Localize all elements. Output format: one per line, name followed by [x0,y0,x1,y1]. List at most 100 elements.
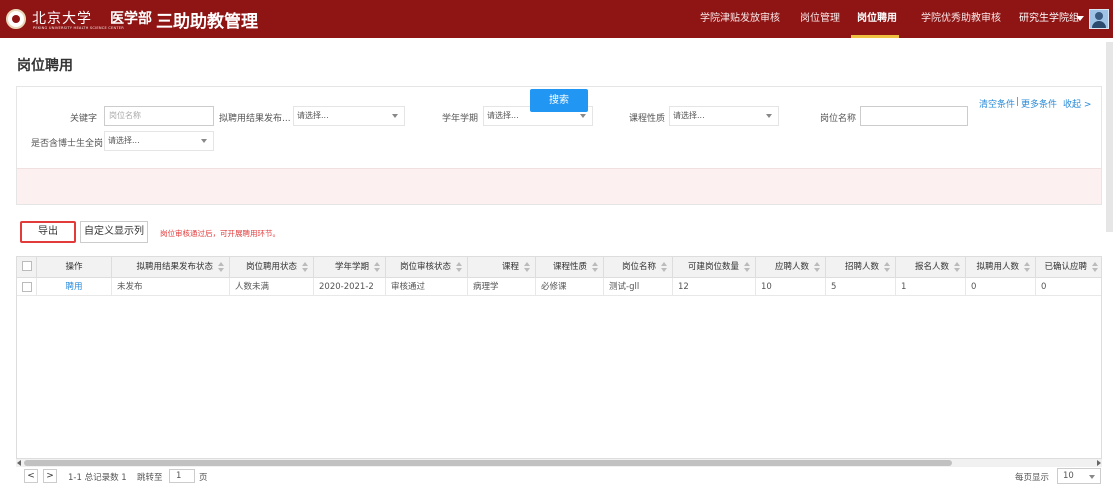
table-header: 操作 拟聘用结果发布状态 岗位聘用状态 学年学期 岗位审核状态 课程 课程性质 … [17,257,1101,278]
col-header-review-status[interactable]: 岗位审核状态 [386,257,468,278]
col-header-confirmed[interactable]: 已确认应聘 [1036,257,1101,278]
sort-icon[interactable] [954,262,960,273]
cell-post-count: 12 [673,278,756,296]
sort-icon[interactable] [592,262,598,273]
page-size-select[interactable]: 10 [1057,468,1101,484]
nav-post-hiring[interactable]: 岗位聘用 [857,0,897,38]
chevron-down-icon [201,139,207,143]
custom-columns-button[interactable]: 自定义显示列 [80,221,148,243]
sort-icon[interactable] [1024,262,1030,273]
logo-university-name: 北京大学 [32,11,92,27]
page-size-label: 每页显示 [1015,473,1050,483]
term-label: 学年学期 [442,114,479,124]
col-header-result-status[interactable]: 拟聘用结果发布状态 [112,257,230,278]
export-button[interactable]: 导出 [20,221,76,243]
sort-icon[interactable] [302,262,308,273]
results-table: 操作 拟聘用结果发布状态 岗位聘用状态 学年学期 岗位审核状态 课程 课程性质 … [16,256,1102,459]
post-name-input[interactable] [860,106,968,126]
cell-course: 病理学 [468,278,536,296]
scroll-right-icon[interactable] [1097,460,1101,466]
course-type-label: 课程性质 [629,114,666,124]
cell-term: 2020-2021-2 [314,278,386,296]
more-conditions-link[interactable]: 更多条件 [1021,97,1057,110]
cell-signup-count: 1 [896,278,966,296]
nav-post-management[interactable]: 岗位管理 [800,0,840,38]
sort-icon[interactable] [744,262,750,273]
chevron-down-icon[interactable] [1076,16,1084,21]
col-header-signup-count[interactable]: 报名人数 [896,257,966,278]
col-header-post-count[interactable]: 可建岗位数量 [673,257,756,278]
page-title: 岗位聘用 [17,58,73,74]
post-name-label: 岗位名称 [820,114,857,124]
result-status-select[interactable]: 请选择... [293,106,405,126]
sort-icon[interactable] [814,262,820,273]
sort-icon[interactable] [524,262,530,273]
link-separator: | [1016,97,1020,107]
phd-post-value: 请选择... [108,136,140,145]
goto-label: 跳转至 [137,473,163,483]
active-nav-indicator [851,35,899,38]
row-select-cell [17,278,37,296]
logo-department: 医学部 [110,11,152,27]
search-button[interactable]: 搜索 [530,89,588,112]
chevron-down-icon [580,114,586,118]
cell-proposed-count: 0 [966,278,1036,296]
page-size-value: 10 [1063,471,1074,481]
col-header-applicants[interactable]: 应聘人数 [756,257,826,278]
nav-excellent-ta-review[interactable]: 学院优秀助教审核 [921,0,1001,38]
keyword-label: 关键字 [70,114,98,124]
filter-action-bar [17,168,1101,204]
hire-action-link[interactable]: 聘用 [37,278,112,296]
sort-icon[interactable] [456,262,462,273]
scroll-left-icon[interactable] [17,460,21,466]
page-unit-label: 页 [199,473,208,483]
sort-icon[interactable] [1092,262,1098,273]
cell-post-name: 测试-gll [604,278,673,296]
cell-recruit-count: 5 [826,278,896,296]
user-role-menu[interactable]: 研究生学院组 [1019,0,1079,38]
result-status-label: 拟聘用结果发布... [219,114,291,124]
col-header-action: 操作 [37,257,112,278]
horizontal-scrollbar[interactable] [16,459,1102,467]
sort-icon[interactable] [374,262,380,273]
avatar[interactable] [1089,9,1109,29]
phd-post-select[interactable]: 请选择... [104,131,214,151]
collapse-link[interactable]: 收起 > [1063,97,1091,110]
app-title: 三助助教管理 [156,12,258,32]
record-summary: 1-1 总记录数 1 [68,473,127,483]
keyword-input[interactable]: 岗位名称 [104,106,214,126]
top-header: 北京大学 PEKING UNIVERSITY HEALTH SCIENCE CE… [0,0,1113,38]
course-type-select[interactable]: 请选择... [669,106,779,126]
chevron-down-icon [766,114,772,118]
cell-course-type: 必修课 [536,278,604,296]
next-page-button[interactable]: > [43,469,57,483]
col-header-recruit-count[interactable]: 招聘人数 [826,257,896,278]
term-value: 请选择... [487,111,519,120]
result-status-value: 请选择... [297,111,329,120]
chevron-down-icon [1089,475,1095,479]
select-all-cell [17,257,37,278]
prev-page-button[interactable]: < [24,469,38,483]
col-header-post-name[interactable]: 岗位名称 [604,257,673,278]
col-header-term[interactable]: 学年学期 [314,257,386,278]
clear-conditions-link[interactable]: 清空条件 [979,97,1015,110]
col-header-course-type[interactable]: 课程性质 [536,257,604,278]
cell-applicants: 10 [756,278,826,296]
cell-review-status: 审核通过 [386,278,468,296]
row-checkbox[interactable] [22,282,32,292]
nav-college-allowance-review[interactable]: 学院津贴发放审核 [700,0,780,38]
sort-icon[interactable] [661,262,667,273]
sort-icon[interactable] [884,262,890,273]
cell-result-status: 未发布 [112,278,230,296]
page-scrollbar[interactable] [1106,42,1113,232]
col-header-proposed-count[interactable]: 拟聘用人数 [966,257,1036,278]
scrollbar-thumb[interactable] [24,460,952,466]
table-row: 聘用 未发布 人数未满 2020-2021-2 审核通过 病理学 必修课 测试-… [17,278,1101,296]
sort-icon[interactable] [218,262,224,273]
col-header-hiring-status[interactable]: 岗位聘用状态 [230,257,314,278]
select-all-checkbox[interactable] [22,261,32,271]
phd-post-label: 是否含博士生全岗 [31,139,104,149]
hint-text: 岗位审核通过后，可开展聘用环节。 [160,229,280,238]
page-number-input[interactable]: 1 [169,469,195,483]
col-header-course[interactable]: 课程 [468,257,536,278]
